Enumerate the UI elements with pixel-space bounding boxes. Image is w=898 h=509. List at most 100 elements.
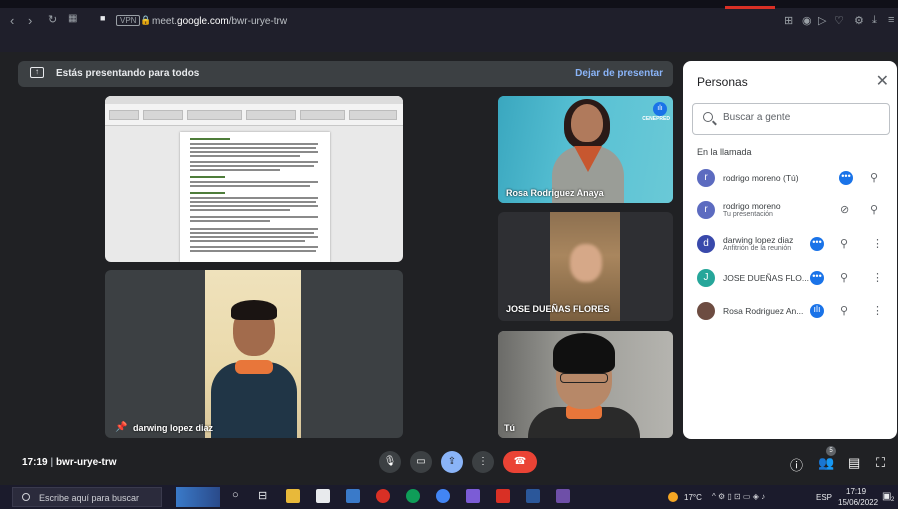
avatar: d bbox=[697, 235, 715, 253]
present-screen-button[interactable]: ⇪ bbox=[441, 451, 463, 473]
participant-row[interactable]: r rodrigo moreno Tu presentación ⊘ ⚲ bbox=[683, 196, 897, 226]
pin-icon[interactable]: ⚲ bbox=[840, 271, 848, 284]
camera-icon[interactable]: ■ bbox=[100, 13, 105, 23]
participant-row[interactable]: d darwing lopez diaz Anfitrión de la reu… bbox=[683, 230, 897, 260]
url-prefix: meet. bbox=[152, 16, 178, 27]
participant-tile-darwing[interactable]: 📌 darwing lopez diaz bbox=[105, 270, 403, 438]
people-search-box[interactable] bbox=[692, 103, 890, 135]
microphone-button[interactable]: 🎙 bbox=[379, 451, 401, 473]
search-input[interactable] bbox=[723, 112, 883, 123]
participant-list-name: Rosa Rodriguez An... bbox=[723, 306, 804, 316]
reload-icon[interactable]: ↻ bbox=[48, 13, 57, 26]
participant-video bbox=[235, 360, 273, 374]
meeting-info: 17:19 | bwr-urye-trw bbox=[22, 457, 117, 468]
play-icon[interactable]: ▷ bbox=[818, 14, 826, 27]
file-explorer-icon[interactable] bbox=[286, 489, 300, 503]
kebab-menu-icon[interactable]: ⋮ bbox=[872, 271, 883, 284]
hide-tile-icon[interactable]: ⊘ bbox=[840, 203, 849, 216]
participant-tile-jose[interactable]: JOSE DUEÑAS FLORES bbox=[498, 212, 673, 321]
notes-app-icon[interactable] bbox=[316, 489, 330, 503]
doc-line bbox=[190, 143, 318, 145]
opera-icon[interactable] bbox=[376, 489, 390, 503]
screenshot-icon[interactable]: ◉ bbox=[802, 14, 812, 27]
participant-name: Tú bbox=[504, 423, 515, 433]
kebab-menu-icon[interactable]: ⋮ bbox=[872, 237, 883, 250]
more-options-icon[interactable]: ••• bbox=[810, 271, 824, 285]
ribbon-group bbox=[246, 110, 296, 120]
ribbon-group bbox=[300, 110, 345, 120]
doc-line bbox=[190, 246, 318, 248]
ribbon-group bbox=[187, 110, 242, 120]
lock-icon[interactable]: 🔒 bbox=[140, 15, 151, 26]
more-options-button[interactable]: ⋮ bbox=[472, 451, 494, 473]
back-icon[interactable]: ‹ bbox=[10, 13, 14, 28]
unpin-icon[interactable]: ⚲ bbox=[870, 203, 878, 216]
participant-role: Tu presentación bbox=[723, 211, 773, 218]
pin-icon[interactable]: ⚲ bbox=[870, 171, 878, 184]
participant-row[interactable]: r rodrigo moreno (Tú) ••• ⚲ bbox=[683, 164, 897, 194]
ribbon-group bbox=[349, 110, 397, 120]
participant-role: Anfitrión de la reunión bbox=[723, 245, 792, 252]
pdf-reader-icon[interactable] bbox=[496, 489, 510, 503]
participant-tile-self[interactable]: Tú bbox=[498, 331, 673, 438]
participant-video bbox=[560, 373, 608, 383]
doc-line bbox=[190, 236, 318, 238]
people-icon[interactable]: 👥 bbox=[818, 455, 834, 471]
app-icon[interactable] bbox=[406, 489, 420, 503]
presentation-tile[interactable] bbox=[105, 96, 403, 262]
heart-icon[interactable]: ♡ bbox=[834, 14, 844, 27]
vpn-badge[interactable]: VPN bbox=[116, 15, 141, 26]
pin-icon[interactable]: ⚲ bbox=[840, 304, 848, 317]
participant-name: Rosa Rodriguez Anaya bbox=[506, 188, 604, 198]
meeting-details-icon[interactable]: ⓘ bbox=[790, 455, 803, 474]
weather-icon[interactable] bbox=[668, 492, 678, 502]
doc-heading bbox=[190, 176, 225, 178]
doc-line bbox=[190, 165, 314, 167]
chat-icon[interactable]: ▤ bbox=[848, 455, 860, 471]
kebab-menu-icon[interactable]: ⋮ bbox=[872, 304, 883, 317]
doc-line bbox=[190, 151, 318, 153]
menu-icon[interactable]: ≡ bbox=[888, 14, 894, 26]
avatar: J bbox=[697, 269, 715, 287]
clock-time[interactable]: 17:19 bbox=[846, 487, 866, 496]
forward-icon[interactable]: › bbox=[28, 13, 32, 28]
search-highlight-image[interactable] bbox=[176, 487, 220, 507]
chrome-icon[interactable] bbox=[436, 489, 450, 503]
participant-list-name: JOSE DUEÑAS FLO... bbox=[723, 273, 809, 283]
app-icon[interactable] bbox=[556, 489, 570, 503]
participant-tile-rosa[interactable]: ılı CENEPRED Rosa Rodriguez Anaya bbox=[498, 96, 673, 203]
leave-call-button[interactable]: ☎ bbox=[503, 451, 537, 473]
activities-icon[interactable]: ⛶ bbox=[876, 455, 885, 471]
stop-presenting-button[interactable]: Dejar de presentar bbox=[575, 68, 663, 79]
address-bar[interactable]: meet.google.com/bwr-urye-trw bbox=[152, 16, 287, 27]
participant-row[interactable]: Rosa Rodriguez An... ılı ⚲ ⋮ bbox=[683, 297, 897, 327]
doc-heading bbox=[190, 138, 230, 140]
avatar bbox=[697, 302, 715, 320]
widgets-icon[interactable]: ⊟ bbox=[258, 489, 267, 502]
recording-indicator bbox=[725, 6, 775, 9]
download-icon[interactable]: ⤓ bbox=[872, 14, 877, 27]
clock-date[interactable]: 15/06/2022 bbox=[838, 498, 878, 507]
more-options-icon[interactable]: ••• bbox=[839, 171, 853, 185]
store-icon[interactable] bbox=[346, 489, 360, 503]
tabs-grid-icon[interactable]: ▦ bbox=[68, 13, 77, 24]
mute-mic-icon[interactable]: ⚲ bbox=[840, 237, 848, 250]
search-icon bbox=[22, 493, 30, 501]
app-icon[interactable] bbox=[466, 489, 480, 503]
participant-row[interactable]: J JOSE DUEÑAS FLO... ••• ⚲ ⋮ bbox=[683, 264, 897, 294]
word-icon[interactable] bbox=[526, 489, 540, 503]
people-panel: Personas ✕ En la llamada r rodrigo moren… bbox=[683, 61, 897, 439]
pin-icon[interactable]: 📌 bbox=[115, 422, 127, 433]
task-view-icon[interactable]: ○ bbox=[232, 489, 239, 501]
extensions-icon[interactable]: ⚙ bbox=[854, 14, 864, 27]
taskbar-search[interactable]: Escribe aquí para buscar bbox=[12, 487, 162, 507]
doc-line bbox=[190, 185, 310, 187]
tray-icons[interactable]: ^ ⚙ ▯ ⊡ ▭ ◈ ♪ bbox=[712, 492, 765, 501]
more-options-icon[interactable]: ••• bbox=[810, 237, 824, 251]
doc-heading bbox=[190, 192, 225, 194]
participant-name: JOSE DUEÑAS FLORES bbox=[506, 304, 610, 314]
camera-button[interactable]: ▭ bbox=[410, 451, 432, 473]
camera-settings-icon[interactable]: ⊞ bbox=[784, 14, 793, 27]
input-language[interactable]: ESP bbox=[816, 493, 832, 502]
close-icon[interactable]: ✕ bbox=[876, 71, 889, 91]
